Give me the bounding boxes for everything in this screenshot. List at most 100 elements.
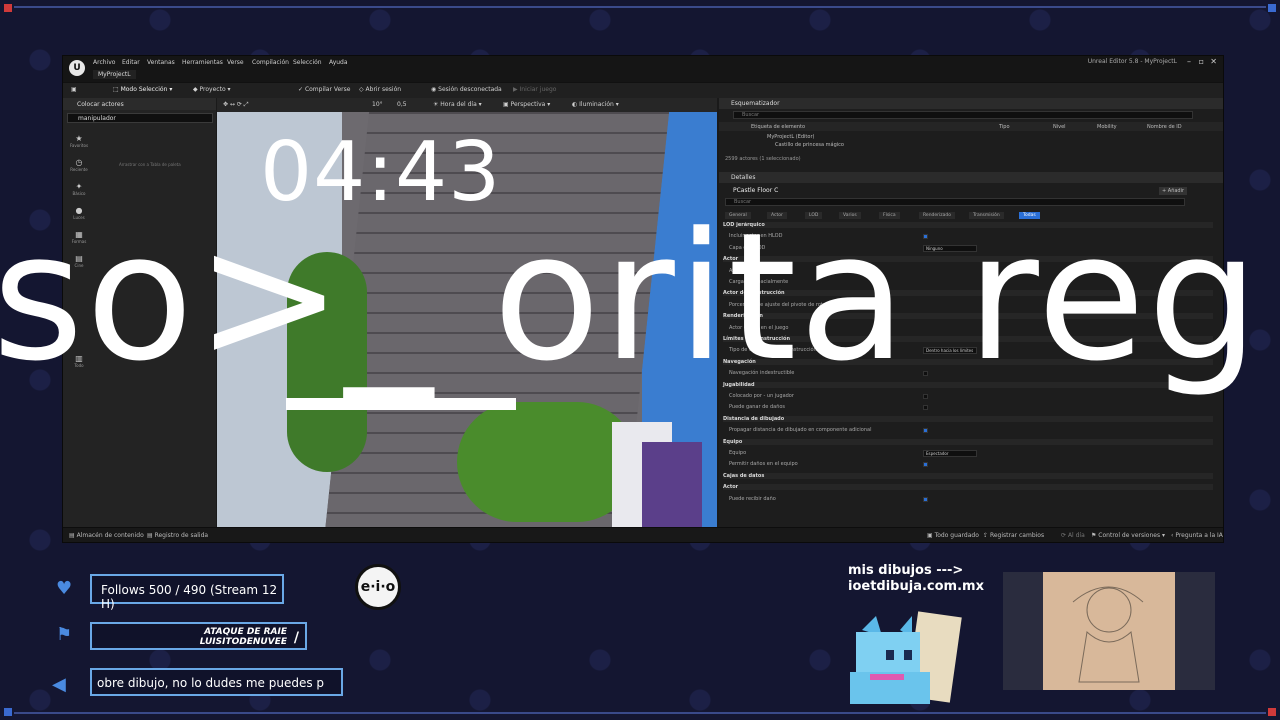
menu-verse[interactable]: Verse [227, 59, 244, 66]
frame-top-line [14, 6, 1266, 8]
source-control-button[interactable]: ⚑ Control de versiones ▾ [1091, 532, 1165, 539]
outliner-tab[interactable]: Esquematizador [719, 98, 1223, 109]
add-label: Añadir [1167, 188, 1185, 194]
scrolling-marquee-text: so>_ orita reg [0, 195, 1262, 400]
maximize-icon[interactable]: ▫ [1199, 57, 1204, 66]
main-toolbar: ▣ ⬚ Modo Selección ▾ ◆ Proyecto ▾ ✓ Comp… [63, 82, 1223, 98]
placement-hint: Arrastrar con a Tabla de paleta [119, 162, 181, 167]
menu-archivo[interactable]: Archivo [93, 59, 115, 66]
panel-tab[interactable]: Colocar actores [63, 98, 216, 110]
perspective-button[interactable]: ▣ Perspectiva ▾ [503, 101, 550, 108]
mascot-cat-sprite [850, 611, 962, 704]
col-mobility[interactable]: Mobility [1097, 124, 1117, 130]
menu-herramientas[interactable]: Herramientas [182, 59, 223, 66]
flower-hedge-bottom [457, 402, 637, 522]
menu-editar[interactable]: Editar [122, 59, 140, 66]
add-component-button[interactable]: + Añadir [1159, 187, 1188, 195]
content-drawer-label: Almacén de contenido [76, 532, 144, 539]
property-checkbox[interactable] [923, 496, 928, 502]
register-changes-button[interactable]: ⇪ Registrar cambios [983, 532, 1044, 539]
col-type[interactable]: Tipo [999, 124, 1010, 130]
promo-line-1: mis dibujos ---> [848, 563, 964, 578]
ticker-widget: obre dibujo, no lo dudes me puedes p [90, 668, 343, 696]
output-log-label: Registro de salida [154, 532, 209, 539]
project-menu[interactable]: ◆ Proyecto ▾ [193, 86, 231, 93]
actor-search-input[interactable]: manipulador [67, 113, 213, 123]
start-game-button[interactable]: ▶ Iniciar juego [513, 86, 556, 93]
category-reciente[interactable]: ◷ Reciente [67, 158, 91, 172]
outliner-search[interactable]: Buscar [733, 111, 1193, 119]
selected-object-name: PCastle Floor C [733, 187, 779, 194]
title-bar: U Archivo Editar Ventanas Herramientas V… [63, 56, 1223, 82]
actor-search-value: manipulador [78, 115, 116, 122]
project-tab[interactable]: MyProjectL [93, 70, 136, 79]
col-level[interactable]: Nivel [1053, 124, 1066, 130]
heart-icon: ♥ [56, 578, 73, 599]
details-property-label: Permitir daños en el equipo [729, 461, 798, 468]
property-checkbox[interactable] [923, 462, 928, 468]
lighting-button[interactable]: ◐ Iluminación ▾ [572, 101, 619, 108]
grid-snap-value[interactable]: 10° [372, 101, 383, 108]
details-section-header[interactable]: Distancia de dibujado [723, 415, 1213, 422]
slash-icon: / [293, 630, 299, 646]
actor-count: 2599 actores (1 seleccionado) [725, 156, 801, 162]
megaphone-icon: ◀ [52, 674, 66, 695]
details-title: Detalles [731, 174, 756, 181]
mode-selector[interactable]: ⬚ Modo Selección ▾ [113, 86, 172, 93]
property-dropdown[interactable]: Espectador [923, 450, 977, 457]
output-log-button[interactable]: ▤ Registro de salida [147, 532, 208, 539]
ask-ai-button[interactable]: ‹ Pregunta a la IA [1171, 532, 1223, 539]
channel-logo-text: e·i·o [360, 579, 396, 595]
save-icon[interactable]: ▣ [71, 86, 77, 93]
compile-verse-button[interactable]: ✓ Compilar Verse [298, 86, 350, 93]
ask-ai-label: Pregunta a la IA [1175, 532, 1223, 539]
marquee-underline [286, 398, 516, 410]
outliner-search-placeholder: Buscar [742, 112, 760, 118]
category-favoritos[interactable]: ★ Favoritos [67, 134, 91, 148]
session-status-button[interactable]: ◉ Sesión desconectada [431, 86, 502, 93]
stream-overlay-background: U Archivo Editar Ventanas Herramientas V… [0, 0, 1280, 720]
property-checkbox[interactable] [923, 405, 928, 411]
menu-ventanas[interactable]: Ventanas [147, 59, 175, 66]
details-tab[interactable]: Detalles [719, 172, 1223, 183]
clock-icon: ◷ [75, 158, 83, 167]
menu-compilacion[interactable]: Compilación [252, 59, 289, 66]
content-drawer-button[interactable]: ▤ Almacén de contenido [69, 532, 144, 539]
col-label[interactable]: Etiqueta de elemento [751, 124, 805, 130]
outliner-row[interactable]: MyProjectL (Editor) [767, 134, 814, 140]
unreal-logo-icon[interactable]: U [69, 60, 85, 76]
website-promo: mis dibujos ---> ioetdibuja.com.mx [848, 563, 984, 595]
time-of-day-button[interactable]: ☀ Hora del día ▾ [433, 101, 482, 108]
promo-line-2: ioetdibuja.com.mx [848, 579, 984, 594]
outliner-row[interactable]: Castillo de princesa mágico [775, 142, 844, 148]
details-property-label: Propagar distancia de dibujado en compon… [729, 427, 872, 434]
open-session-label: Abrir sesión [365, 86, 402, 93]
follows-goal-widget: Follows 500 / 490 (Stream 12 H) [90, 574, 284, 611]
ticker-text: obre dibujo, no lo dudes me puedes p [97, 676, 325, 690]
category-basico[interactable]: ✦ Básico [67, 182, 91, 196]
open-session-button[interactable]: ◇ Abrir sesión [359, 86, 401, 93]
save-status[interactable]: ▣ Todo guardado [927, 532, 979, 539]
frame-corner-top-left [4, 4, 12, 12]
sync-status[interactable]: ⟳ Al día [1061, 532, 1085, 539]
menu-seleccion[interactable]: Selección [293, 59, 322, 66]
frame-corner-bottom-left [4, 708, 12, 716]
details-section-header[interactable]: Actor [723, 484, 1213, 491]
menu-ayuda[interactable]: Ayuda [329, 59, 348, 66]
property-checkbox[interactable] [923, 428, 928, 434]
shapes-icon: ✦ [75, 182, 83, 191]
details-section-header[interactable]: Cajas de datos [723, 472, 1213, 479]
col-id-name[interactable]: Nombre de ID [1147, 124, 1182, 130]
details-property-label: Puede ganar de daños [729, 404, 786, 411]
sync-label: Al día [1067, 532, 1085, 539]
status-bar: ▤ Almacén de contenido ▤ Registro de sal… [63, 527, 1223, 542]
category-label: Favoritos [69, 143, 89, 148]
minimize-icon[interactable]: – [1187, 57, 1191, 66]
close-icon[interactable]: ✕ [1210, 57, 1217, 66]
viewport-toolbar: ✥ ↔ ⟳ ⤢ 10° 0,5 ☀ Hora del día ▾ ▣ Persp… [217, 98, 717, 112]
transform-tools[interactable]: ✥ ↔ ⟳ ⤢ [223, 101, 249, 109]
details-section-header[interactable]: Equipo [723, 438, 1213, 445]
scale-snap-value[interactable]: 0,5 [397, 101, 407, 108]
panel-title: Colocar actores [77, 101, 124, 108]
channel-logo: e·i·o [355, 564, 401, 610]
